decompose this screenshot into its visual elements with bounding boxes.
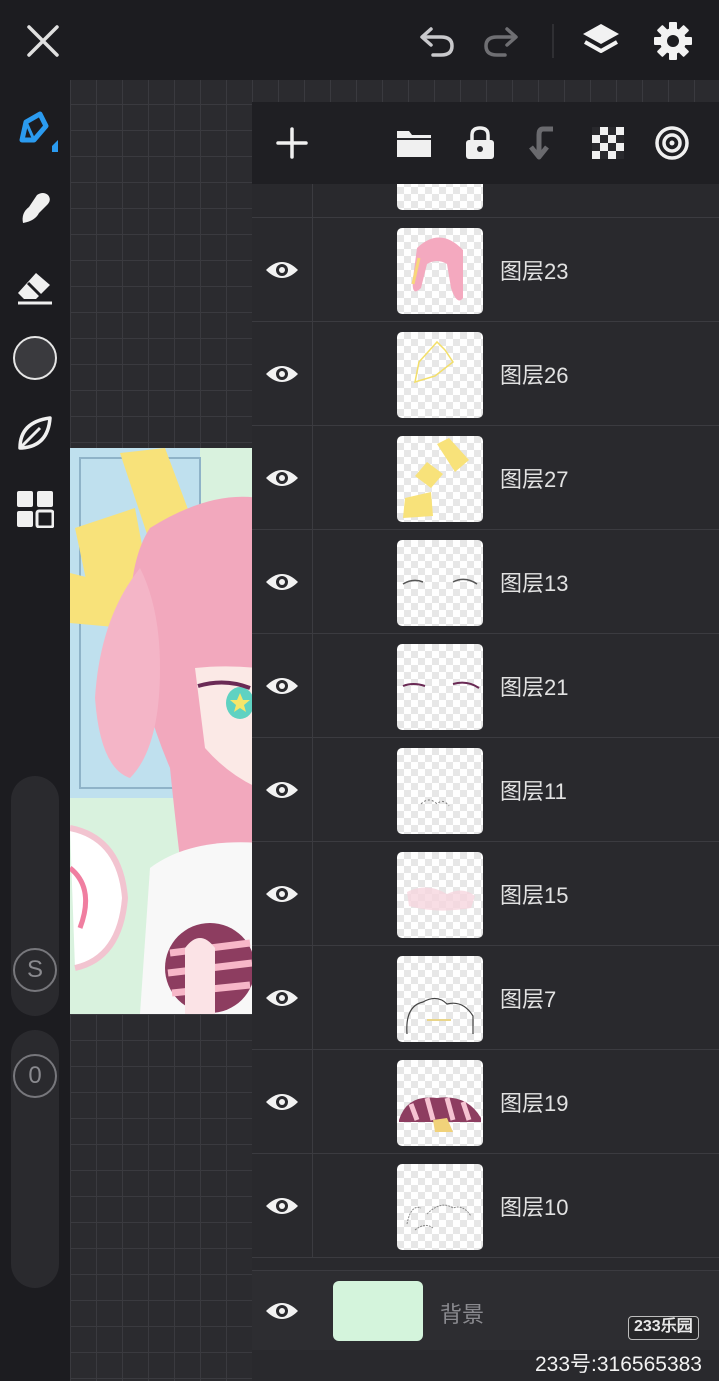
folder-icon[interactable] bbox=[389, 118, 439, 168]
background-color-swatch[interactable] bbox=[333, 1281, 423, 1341]
layer-name: 图层19 bbox=[500, 1091, 569, 1116]
add-layer-icon[interactable] bbox=[267, 118, 317, 168]
eye-column-divider bbox=[312, 184, 313, 218]
eye-column-divider bbox=[312, 426, 313, 530]
layer-row[interactable]: 图层11 bbox=[252, 738, 719, 842]
visibility-eye-icon[interactable] bbox=[252, 1050, 312, 1153]
visibility-eye-icon[interactable] bbox=[252, 530, 312, 633]
layer-list[interactable]: 图层23 图层26 图层27 图层13 图层21 图层11 图层15 图层7 图层19 图层10 bbox=[252, 184, 719, 1352]
visibility-eye-icon[interactable] bbox=[252, 842, 312, 945]
visibility-eye-icon[interactable] bbox=[252, 426, 312, 529]
layer-name: 图层15 bbox=[500, 883, 569, 908]
layer-row[interactable]: 图层19 bbox=[252, 1050, 719, 1154]
layer-row[interactable]: 图层7 bbox=[252, 946, 719, 1050]
layer-name: 图层13 bbox=[500, 571, 569, 596]
eye-column-divider bbox=[312, 322, 313, 426]
eye-column-divider bbox=[312, 842, 313, 946]
opacity-knob[interactable]: 0 bbox=[13, 1054, 57, 1098]
layer-name: 图层21 bbox=[500, 675, 569, 700]
layer-row[interactable]: 图层15 bbox=[252, 842, 719, 946]
drawing-app: S 0 图层23 图层26 图层27 图层13 图层21 图层11 图层15 图… bbox=[0, 0, 719, 1381]
layer-thumbnail bbox=[397, 332, 483, 418]
layer-thumbnail bbox=[397, 1164, 483, 1250]
toolbar-divider bbox=[552, 24, 554, 58]
layer-name: 图层7 bbox=[500, 987, 557, 1012]
brush-size-label: S bbox=[26, 956, 43, 983]
watermark-badge: 233乐园 bbox=[628, 1316, 699, 1340]
layer-thumbnail bbox=[397, 748, 483, 834]
visibility-eye-icon[interactable] bbox=[252, 1154, 312, 1257]
layer-name: 图层23 bbox=[500, 259, 569, 284]
layer-thumbnail bbox=[397, 436, 483, 522]
top-bar bbox=[0, 0, 719, 80]
eye-column-divider bbox=[312, 218, 313, 322]
layer-name: 图层10 bbox=[500, 1195, 569, 1220]
eye-column-divider bbox=[312, 1050, 313, 1154]
visibility-eye-icon[interactable] bbox=[252, 218, 312, 321]
redo-icon[interactable] bbox=[474, 14, 528, 68]
eye-column-divider bbox=[312, 634, 313, 738]
visibility-eye-icon[interactable] bbox=[252, 946, 312, 1049]
visibility-eye-icon[interactable] bbox=[252, 738, 312, 841]
layer-panel: 图层23 图层26 图层27 图层13 图层21 图层11 图层15 图层7 图层19 图层10 … bbox=[252, 102, 719, 1381]
watermark-text: 233号:316565383 bbox=[535, 1353, 702, 1376]
smudge-icon[interactable] bbox=[8, 180, 62, 234]
layer-thumbnail bbox=[397, 852, 483, 938]
lock-icon[interactable] bbox=[455, 118, 505, 168]
merge-down-icon[interactable] bbox=[519, 118, 569, 168]
layer-row[interactable]: 图层26 bbox=[252, 322, 719, 426]
layer-row-partial[interactable] bbox=[252, 184, 719, 218]
pen-icon[interactable] bbox=[8, 102, 62, 156]
layer-name: 图层11 bbox=[500, 779, 567, 804]
eye-column-divider bbox=[312, 530, 313, 634]
layer-row[interactable]: 图层27 bbox=[252, 426, 719, 530]
layer-thumbnail bbox=[397, 956, 483, 1042]
layer-thumbnail bbox=[397, 1060, 483, 1146]
layer-panel-toolbar bbox=[252, 102, 719, 184]
brush-size-knob[interactable]: S bbox=[13, 948, 57, 992]
visibility-eye-icon[interactable] bbox=[252, 322, 312, 425]
layer-row[interactable]: 图层23 bbox=[252, 218, 719, 322]
layer-name: 图层26 bbox=[500, 363, 569, 388]
close-icon[interactable] bbox=[16, 14, 70, 68]
opacity-label: 0 bbox=[28, 1062, 42, 1089]
eye-column-divider bbox=[312, 1154, 313, 1258]
layer-row[interactable]: 图层21 bbox=[252, 634, 719, 738]
eraser-icon[interactable] bbox=[8, 258, 62, 312]
transparency-icon[interactable] bbox=[583, 118, 633, 168]
layer-name: 图层27 bbox=[500, 467, 569, 492]
visibility-eye-icon[interactable] bbox=[252, 1271, 312, 1351]
left-toolbar: S 0 bbox=[0, 80, 70, 1381]
leaf-icon[interactable] bbox=[8, 406, 62, 460]
blend-icon[interactable] bbox=[647, 118, 697, 168]
layer-row[interactable]: 图层10 bbox=[252, 1154, 719, 1258]
color-swatch[interactable] bbox=[8, 331, 62, 385]
layer-row[interactable]: 图层13 bbox=[252, 530, 719, 634]
grid-icon[interactable] bbox=[8, 482, 62, 536]
eye-column-divider bbox=[312, 946, 313, 1050]
layer-thumbnail bbox=[397, 184, 483, 210]
layers-icon[interactable] bbox=[574, 14, 628, 68]
visibility-eye-icon[interactable] bbox=[252, 634, 312, 737]
undo-icon[interactable] bbox=[410, 14, 464, 68]
layer-thumbnail bbox=[397, 228, 483, 314]
layer-thumbnail bbox=[397, 540, 483, 626]
settings-icon[interactable] bbox=[646, 14, 700, 68]
background-layer-name: 背景 bbox=[440, 1302, 485, 1327]
eye-column-divider bbox=[312, 738, 313, 842]
layer-thumbnail bbox=[397, 644, 483, 730]
